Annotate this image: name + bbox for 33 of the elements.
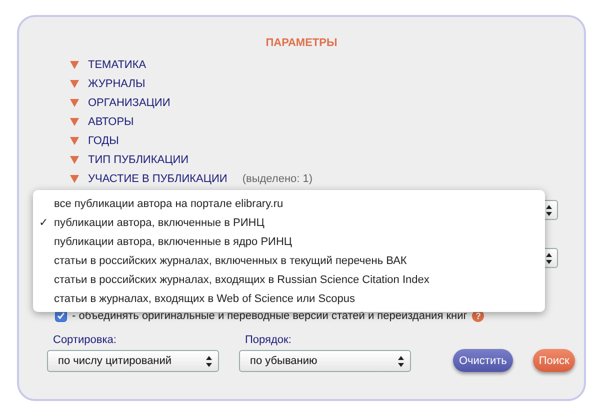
section-link[interactable]: ОРГАНИЗАЦИИ bbox=[88, 96, 170, 108]
menu-option[interactable]: публикации автора, включенные в ядро РИНЦ bbox=[54, 236, 292, 248]
updown-arrow-icon bbox=[206, 356, 212, 366]
menu-option[interactable]: все публикации автора на портале elibrary.ru bbox=[54, 198, 284, 210]
clear-button[interactable]: Очистить bbox=[453, 349, 513, 372]
updown-arrow-icon bbox=[398, 356, 404, 366]
updown-arrow-icon bbox=[546, 252, 552, 264]
updown-arrow-icon bbox=[546, 204, 552, 216]
sort-label: Сортировка: bbox=[52, 334, 118, 346]
check-mark: ✓ bbox=[39, 216, 49, 229]
triangle-icon bbox=[70, 98, 79, 106]
triangle-icon bbox=[70, 118, 79, 126]
panel-title: ПАРАМЕТРЫ bbox=[264, 37, 338, 49]
triangle-icon bbox=[70, 174, 79, 182]
triangle-icon bbox=[70, 156, 79, 164]
triangle-icon bbox=[70, 136, 79, 144]
menu-option[interactable]: публикации автора, включенные в РИНЦ bbox=[54, 216, 264, 228]
section-link[interactable]: ТЕМАТИКА bbox=[88, 58, 146, 70]
order-label: Порядок: bbox=[244, 334, 292, 346]
menu-option[interactable]: статьи в российских журналах, включенных в текущий перечень ВАК bbox=[54, 254, 407, 266]
menu-option[interactable]: статьи в российских журналах, входящих в Russian Science Citation Index bbox=[54, 274, 430, 286]
checkbox-label: - объединять оригинальные и переводные версии статей и переиздания книг bbox=[72, 310, 468, 322]
order-select[interactable]: по убыванию bbox=[239, 350, 411, 372]
triangle-icon bbox=[70, 60, 79, 68]
section-link[interactable]: ЖУРНАЛЫ bbox=[88, 78, 146, 90]
section-link[interactable]: УЧАСТИЕ В ПУБЛИКАЦИИ bbox=[88, 172, 228, 184]
section-link[interactable]: АВТОРЫ bbox=[88, 116, 134, 128]
section-link[interactable]: ГОДЫ bbox=[88, 134, 119, 146]
triangle-icon bbox=[70, 80, 79, 88]
sort-select[interactable]: по числу цитирований bbox=[47, 350, 219, 372]
menu-option[interactable]: статьи в журналах, входящих в Web of Science или Scopus bbox=[54, 292, 355, 304]
selection-count: (выделено: 1) bbox=[242, 172, 313, 184]
section-link[interactable]: ТИП ПУБЛИКАЦИИ bbox=[88, 154, 189, 166]
